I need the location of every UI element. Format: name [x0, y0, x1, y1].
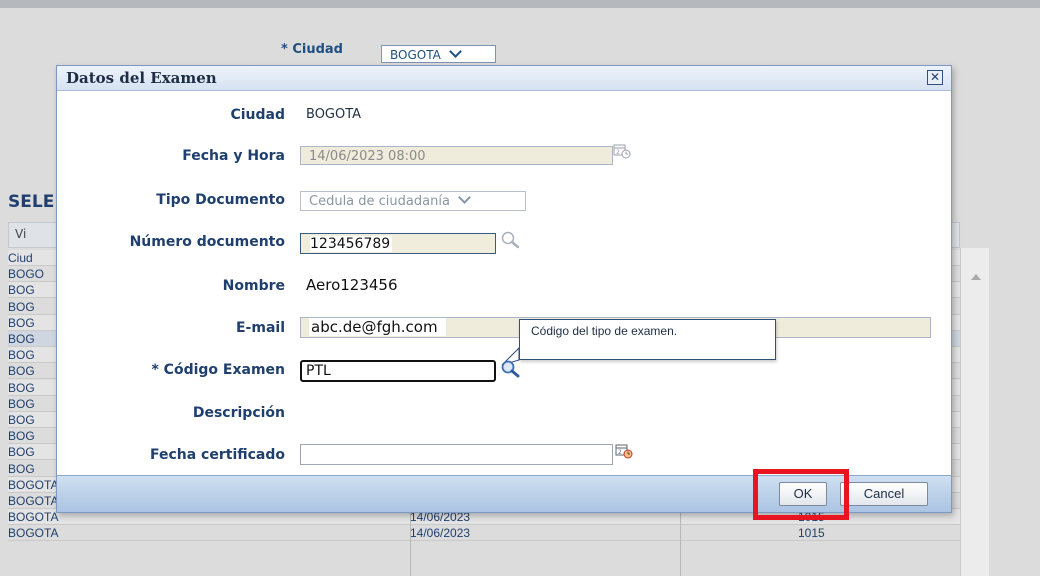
- ciudad-label: Ciudad: [230, 107, 285, 123]
- tipo-documento-select: Cedula de ciudadanía: [300, 191, 526, 211]
- cancel-button[interactable]: Cancel: [840, 482, 928, 506]
- table-cell: BOG: [8, 461, 35, 476]
- email-label: E-mail: [235, 320, 285, 336]
- table-cell: BOG: [8, 299, 35, 314]
- fecha-hora-field: 14/06/2023 08:00: [300, 146, 613, 165]
- bg-header-cell[interactable]: Vi: [15, 227, 26, 241]
- calendar-icon: 2: [613, 144, 631, 159]
- ok-highlight-box: [753, 469, 849, 520]
- table-cell: BOG: [8, 364, 35, 379]
- fecha-hora-label: Fecha y Hora: [182, 148, 285, 164]
- table-cell: Ciud: [8, 251, 33, 265]
- svg-text:2: 2: [618, 449, 622, 456]
- close-icon[interactable]: ✕: [927, 70, 943, 85]
- table-cell: BOGOTA: [8, 526, 59, 541]
- codigo-examen-label: * Código Examen: [151, 362, 285, 378]
- table-cell: BOG: [8, 348, 35, 363]
- numero-documento-label: Número documento: [129, 234, 285, 250]
- table-cell: BOG: [8, 315, 35, 330]
- search-icon[interactable]: [499, 359, 521, 379]
- top-bar: [0, 0, 1040, 8]
- scroll-up-icon[interactable]: [971, 274, 981, 280]
- dialog-title: Datos del Examen: [66, 69, 217, 87]
- table-cell: BOG: [8, 396, 35, 411]
- table-cell: BOG: [8, 283, 35, 298]
- bg-ciudad-select[interactable]: BOGOTA: [381, 45, 496, 63]
- email-value: abc.de@fgh.com: [309, 318, 446, 336]
- table-cell: BOG: [8, 429, 35, 444]
- bg-ciudad-value: BOGOTA: [390, 48, 441, 62]
- table-cell: BOG: [8, 332, 35, 346]
- table-cell: 1015: [798, 526, 825, 541]
- dialog-titlebar: Datos del Examen ✕: [57, 66, 951, 91]
- table-cell: BOGOTA: [8, 494, 59, 508]
- codigo-examen-tooltip: Código del tipo de examen.: [519, 319, 776, 360]
- table-cell: BOGOTA: [8, 477, 59, 492]
- table-row[interactable]: BOGOTA 14/06/2023 1015: [8, 525, 960, 542]
- bg-section-title: SELE: [8, 192, 55, 212]
- table-cell: 14/06/2023: [410, 526, 471, 541]
- codigo-examen-field[interactable]: PTL: [300, 360, 496, 382]
- tipo-documento-label: Tipo Documento: [156, 192, 285, 208]
- table-scrollbar[interactable]: [960, 248, 989, 576]
- tipo-documento-value: Cedula de ciudadanía: [309, 194, 450, 209]
- bg-ciudad-label: * Ciudad: [281, 42, 343, 57]
- table-cell: BOGOTA: [8, 510, 59, 525]
- chevron-down-icon: [458, 191, 471, 204]
- table-cell: BOGO: [8, 267, 45, 282]
- table-cell: BOG: [8, 413, 35, 427]
- nombre-label: Nombre: [222, 278, 285, 294]
- fecha-certificado-label: Fecha certificado: [149, 447, 285, 463]
- datos-examen-dialog: Datos del Examen ✕ Ciudad BOGOTA Fecha y…: [56, 65, 952, 513]
- fecha-certificado-field[interactable]: [300, 444, 613, 465]
- search-icon[interactable]: [499, 230, 521, 250]
- chevron-down-icon: [448, 45, 462, 58]
- nombre-value: Aero123456: [306, 276, 398, 294]
- ciudad-value: BOGOTA: [306, 107, 362, 122]
- numero-documento-value: 123456789: [310, 236, 393, 252]
- descripcion-label: Descripción: [192, 405, 285, 421]
- numero-documento-field[interactable]: 123456789: [300, 233, 496, 254]
- table-cell: BOG: [8, 380, 35, 395]
- table-cell: BOG: [8, 445, 35, 460]
- calendar-icon[interactable]: 2: [615, 443, 633, 459]
- svg-text:2: 2: [616, 149, 620, 156]
